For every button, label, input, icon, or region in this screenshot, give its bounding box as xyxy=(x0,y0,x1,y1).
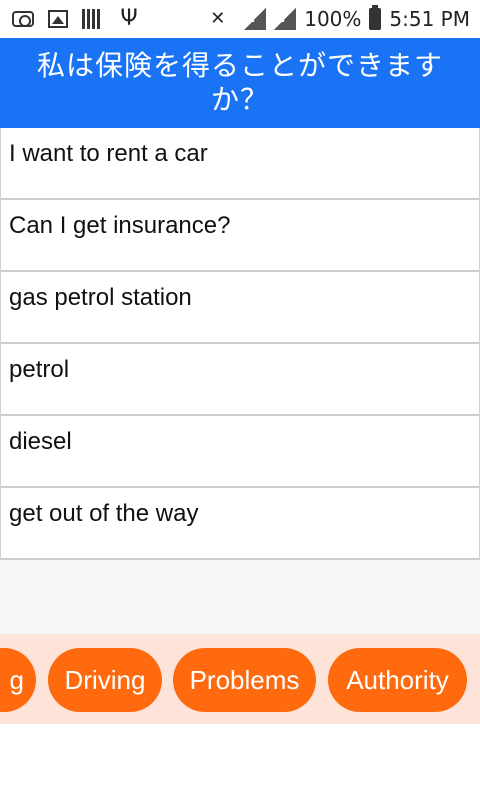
bottom-area xyxy=(0,724,480,800)
phrase-item[interactable]: get out of the way xyxy=(0,488,480,560)
image-icon xyxy=(48,10,68,28)
system-icons: ✕ ? ? 100% 5:51 PM xyxy=(210,5,470,32)
category-chip-driving[interactable]: Driving xyxy=(48,648,162,712)
category-chip-authority[interactable]: Authority xyxy=(328,648,467,712)
phrase-item[interactable]: I want to rent a car xyxy=(0,128,480,200)
usb-icon: Ψ xyxy=(120,6,138,31)
category-bar[interactable]: g Driving Problems Authority xyxy=(0,634,480,724)
signal-icon: ? xyxy=(244,8,267,30)
sim1-label: ? xyxy=(249,10,258,26)
phrase-item[interactable]: Can I get insurance? xyxy=(0,200,480,272)
category-chip-partial[interactable]: g xyxy=(0,648,36,712)
phrase-item[interactable]: diesel xyxy=(0,416,480,488)
battery-icon xyxy=(369,5,382,30)
phrase-item[interactable]: petrol xyxy=(0,344,480,416)
camera-icon xyxy=(12,11,34,27)
header-title: 私は保険を得ることができますか？ xyxy=(36,49,443,116)
phrase-list: I want to rent a car Can I get insurance… xyxy=(0,128,480,560)
phrase-header: 私は保険を得ることができますか？ xyxy=(0,38,480,128)
status-bar: Ψ ✕ ? ? 100% 5:51 PM xyxy=(0,0,480,38)
phrase-item[interactable]: gas petrol station xyxy=(0,272,480,344)
battery-percent: 100% xyxy=(304,7,362,31)
notification-icons: Ψ xyxy=(12,6,142,32)
sim2-label: ? xyxy=(279,10,288,26)
barcode-icon xyxy=(82,9,102,29)
mute-icon: ✕ xyxy=(210,8,226,29)
clock: 5:51 PM xyxy=(389,7,470,31)
signal-icon: ? xyxy=(274,8,297,30)
category-chip-problems[interactable]: Problems xyxy=(173,648,316,712)
